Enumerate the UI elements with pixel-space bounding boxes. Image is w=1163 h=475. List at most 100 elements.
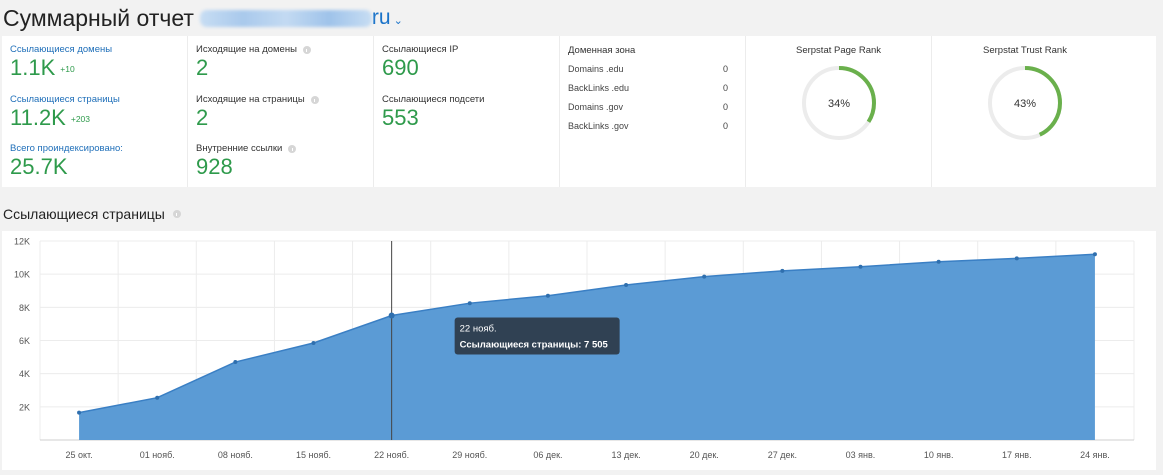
tooltip-value: Ссылающиеся страницы: 7 505 [460, 340, 609, 351]
referring-ip-label: Ссылающиеся IP [382, 44, 459, 55]
referring-domains-value: 1.1K [10, 55, 56, 80]
x-tick-label: 29 нояб. [452, 450, 487, 460]
x-tick-label: 20 дек. [690, 450, 719, 460]
y-tick-label: 4K [19, 369, 30, 379]
data-point-active [388, 312, 395, 319]
data-point [1092, 252, 1097, 257]
referring-domains-delta: +10 [60, 64, 75, 74]
metric-indexed: Всего проиндексировано: 25.7K [10, 143, 123, 179]
info-icon[interactable] [302, 45, 311, 54]
referring-subnets-label: Ссылающиеся подсети [382, 94, 485, 105]
y-tick-label: 2K [19, 402, 30, 412]
trust-rank-title: Serpstat Trust Rank [983, 45, 1067, 56]
data-point [780, 268, 785, 273]
outgoing-pages-label: Исходящие на страницы [196, 94, 305, 105]
domain-name-redacted[interactable] [199, 9, 372, 27]
referring-pages-delta: +203 [70, 114, 91, 124]
zone-row-value: 0 [722, 64, 728, 74]
x-tick-label: 25 окт. [65, 450, 92, 460]
data-point [233, 360, 238, 365]
page-rank-gauge: 34% [802, 66, 876, 140]
card-outgoing: Исходящие на домены 2 Исходящие на стран… [188, 36, 374, 187]
page-title: Суммарный отчет [3, 4, 194, 31]
x-tick-label: 27 дек. [768, 450, 797, 460]
card-domain-zone: Доменная зона Domains .edu 0 BackLinks .e… [560, 36, 746, 187]
card-referring: Ссылающиеся домены 1.1K +10 Ссылающиеся с… [2, 36, 188, 187]
data-point [858, 264, 863, 269]
zone-row-label: BackLinks .gov [568, 121, 629, 131]
internal-links-label: Внутренние ссылки [196, 143, 283, 154]
tooltip-date: 22 нояб. [460, 324, 497, 335]
metric-outgoing-domains: Исходящие на домены 2 [196, 44, 311, 80]
indexed-link[interactable]: Всего проиндексировано: [10, 143, 123, 154]
x-tick-label: 08 нояб. [218, 450, 253, 460]
x-tick-label: 03 янв. [846, 450, 876, 460]
x-tick-label: 24 янв. [1080, 450, 1110, 460]
referring-domains-link[interactable]: Ссылающиеся домены [10, 44, 112, 55]
zone-row-value: 0 [722, 83, 728, 93]
metric-referring-domains: Ссылающиеся домены 1.1K +10 [10, 44, 112, 80]
zone-row-label: BackLinks .edu [568, 83, 630, 93]
summary-cards: Ссылающиеся домены 1.1K +10 Ссылающиеся с… [2, 36, 1156, 187]
indexed-value: 25.7K [10, 154, 68, 179]
x-tick-label: 10 янв. [924, 450, 954, 460]
card-trust-rank: Serpstat Trust Rank 43% [932, 36, 1156, 187]
metric-referring-ip: Ссылающиеся IP 690 [382, 44, 458, 80]
data-point [624, 282, 629, 287]
referring-ip-value: 690 [382, 55, 419, 80]
y-tick-label: 6K [19, 336, 30, 346]
zone-row: Domains .edu 0 [568, 64, 728, 74]
referring-pages-value: 11.2K [10, 105, 66, 130]
zone-row-label: Domains .edu [568, 64, 624, 74]
metric-referring-subnets: Ссылающиеся подсети 553 [382, 94, 484, 130]
zone-row-label: Domains .gov [568, 102, 624, 112]
data-point [155, 395, 160, 400]
referring-pages-link[interactable]: Ссылающиеся страницы [10, 94, 120, 105]
zone-row-value: 0 [722, 121, 728, 131]
zone-row: BackLinks .gov 0 [568, 121, 728, 131]
internal-links-value: 928 [196, 154, 233, 179]
x-tick-label: 06 дек. [533, 450, 562, 460]
outgoing-domains-value: 2 [196, 55, 209, 80]
metric-referring-pages: Ссылающиеся страницы 11.2K +203 [10, 94, 120, 130]
card-ips: Ссылающиеся IP 690 Ссылающиеся подсети 5… [374, 36, 560, 187]
referring-pages-chart: 2K 4K 6K 8K 10K 12K 25 окт. 01 нояб. 08 нояб. 15 … [2, 231, 1156, 470]
y-tick-label: 10K [14, 270, 30, 280]
info-icon[interactable] [288, 144, 297, 153]
outgoing-pages-value: 2 [196, 105, 209, 130]
referring-subnets-value: 553 [382, 105, 419, 130]
data-point [77, 410, 82, 415]
card-page-rank: Serpstat Page Rank 34% [746, 36, 932, 187]
trust-rank-gauge: 43% [988, 66, 1062, 140]
x-tick-label: 13 дек. [611, 450, 640, 460]
page-rank-title: Serpstat Page Rank [795, 45, 882, 56]
y-tick-label: 12K [14, 237, 30, 247]
data-point [1014, 256, 1019, 261]
chevron-down-icon[interactable]: ⌄ [394, 14, 403, 27]
data-point [467, 301, 472, 306]
metric-outgoing-pages: Исходящие на страницы 2 [196, 94, 319, 130]
trust-rank-label: 43% [1014, 98, 1036, 110]
chart-section-title: Ссылающиеся страницы [3, 206, 181, 222]
page-rank-label: 34% [828, 98, 850, 110]
outgoing-domains-label: Исходящие на домены [196, 44, 297, 55]
report-header: Суммарный отчет ru ⌄ [3, 3, 403, 33]
data-point [311, 340, 316, 345]
chart-svg[interactable]: 2K 4K 6K 8K 10K 12K 25 окт. 01 нояб. 08 нояб. 15 … [2, 231, 1156, 470]
y-tick-label: 8K [19, 303, 30, 313]
chart-title: Ссылающиеся страницы [3, 206, 165, 222]
data-point [936, 259, 941, 264]
x-tick-label: 22 нояб. [374, 450, 409, 460]
info-icon[interactable] [172, 210, 181, 218]
x-tick-label: 17 янв. [1002, 450, 1032, 460]
data-point [545, 293, 550, 298]
info-icon[interactable] [310, 95, 319, 104]
zone-row: BackLinks .edu 0 [568, 83, 728, 93]
zone-row-value: 0 [722, 102, 728, 112]
x-tick-label: 15 нояб. [296, 450, 331, 460]
domain-tld[interactable]: ru [372, 6, 391, 30]
data-point [702, 274, 707, 279]
metric-internal-links: Внутренние ссылки 928 [196, 143, 297, 179]
x-tick-label: 01 нояб. [140, 450, 175, 460]
zone-row: Domains .gov 0 [568, 102, 728, 112]
